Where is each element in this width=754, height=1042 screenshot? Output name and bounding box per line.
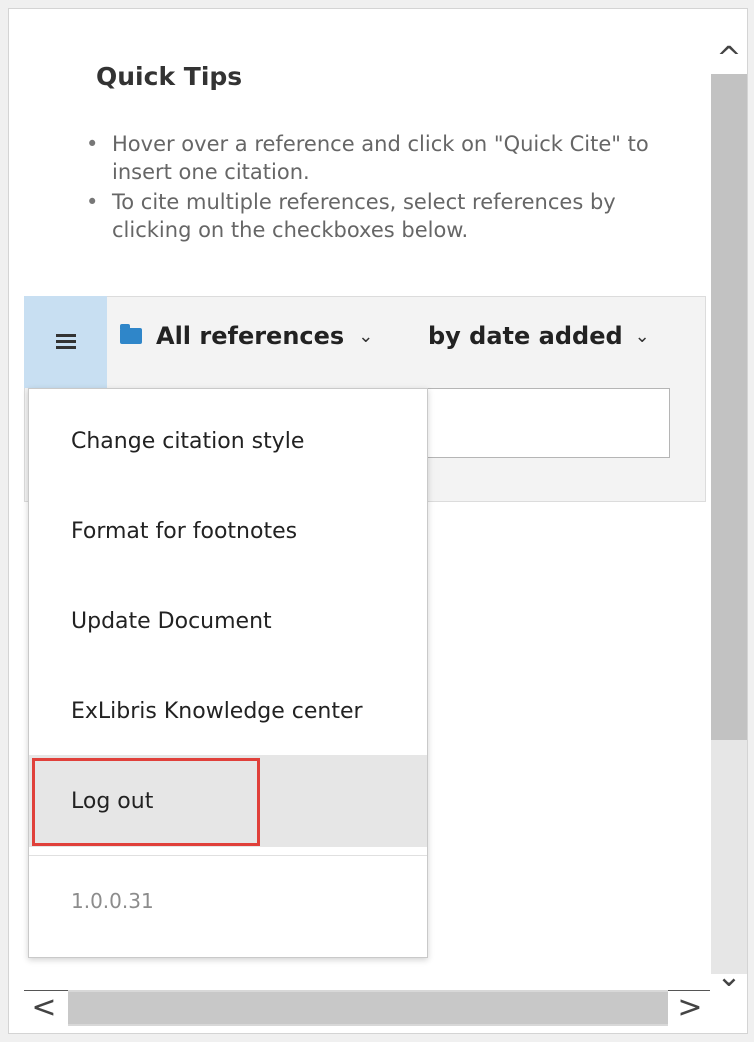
sort-dropdown[interactable]: by date added ⌄ xyxy=(428,322,650,350)
horizontal-scroll-thumb[interactable] xyxy=(68,992,668,1024)
vertical-scroll-thumb[interactable] xyxy=(711,74,747,740)
tip-item: Hover over a reference and click on "Qui… xyxy=(86,130,686,186)
horizontal-scrollbar[interactable]: < > xyxy=(24,990,710,1026)
sort-label: by date added xyxy=(428,322,623,350)
scroll-down-icon[interactable]: ⌄ xyxy=(711,962,747,992)
tip-item: To cite multiple references, select refe… xyxy=(86,188,686,244)
chevron-down-icon: ⌄ xyxy=(358,325,374,347)
main-menu-dropdown: Change citation style Format for footnot… xyxy=(28,388,428,958)
folder-icon xyxy=(120,324,142,344)
version-label: 1.0.0.31 xyxy=(71,889,154,913)
main-menu-button[interactable] xyxy=(24,296,107,388)
menu-item-knowledge-center[interactable]: ExLibris Knowledge center xyxy=(29,665,427,757)
folder-filter-dropdown[interactable]: All references ⌄ xyxy=(120,322,373,350)
chevron-down-icon: ⌄ xyxy=(634,325,650,347)
folder-filter-label: All references xyxy=(156,322,345,350)
quick-tips-title: Quick Tips xyxy=(96,62,243,91)
menu-item-format-footnotes[interactable]: Format for footnotes xyxy=(29,485,427,577)
menu-item-update-document[interactable]: Update Document xyxy=(29,575,427,667)
menu-item-log-out[interactable]: Log out xyxy=(29,755,427,847)
scroll-right-icon[interactable]: > xyxy=(672,993,708,1023)
scroll-left-icon[interactable]: < xyxy=(26,993,62,1023)
search-input[interactable] xyxy=(420,388,670,458)
hamburger-icon xyxy=(55,334,76,350)
vertical-scrollbar[interactable]: ^ ⌄ xyxy=(711,44,747,992)
scroll-up-icon[interactable]: ^ xyxy=(711,44,747,74)
menu-divider xyxy=(29,855,427,856)
quick-tips-list: Hover over a reference and click on "Qui… xyxy=(86,130,686,246)
menu-item-change-citation-style[interactable]: Change citation style xyxy=(29,395,427,487)
